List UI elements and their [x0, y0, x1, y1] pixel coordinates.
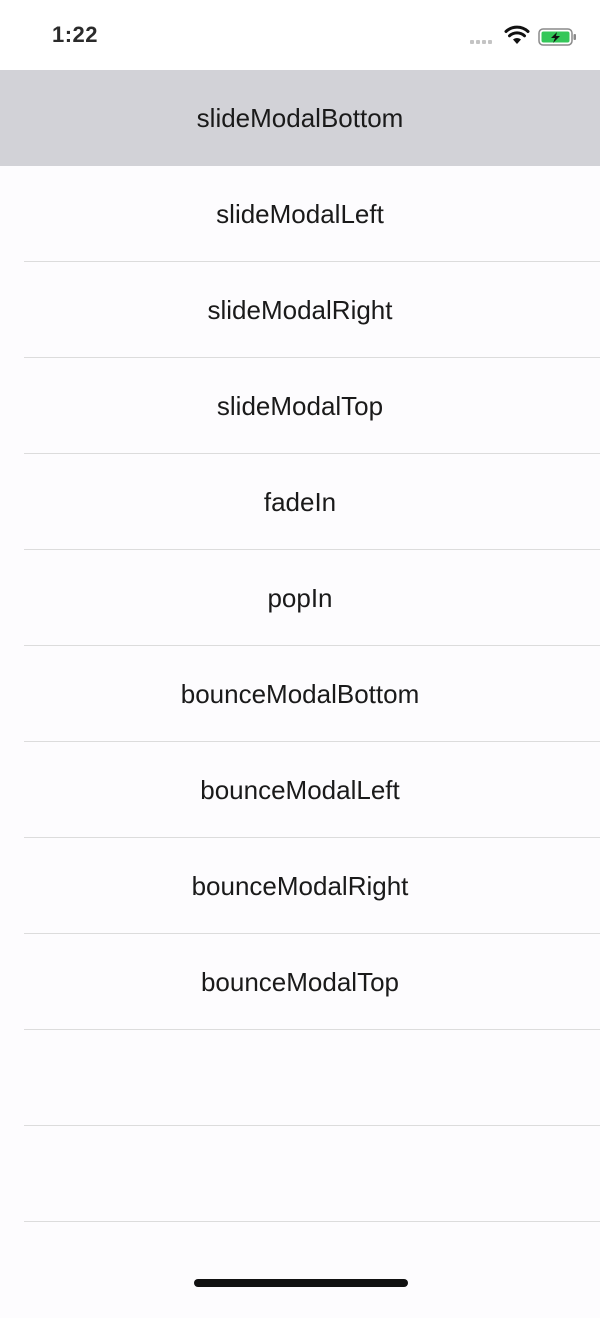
list-item-label: slideModalLeft [216, 198, 384, 229]
wifi-icon [504, 25, 530, 44]
list-item-label: popIn [267, 582, 333, 613]
list-item-label: slideModalRight [207, 294, 393, 325]
list-item-slide-modal-bottom[interactable]: slideModalBottom [0, 70, 600, 166]
battery-charging-icon [538, 28, 576, 46]
list-item-bounce-modal-left[interactable]: bounceModalLeft [0, 742, 600, 838]
list-item-empty [0, 1030, 600, 1126]
list-item-bounce-modal-top[interactable]: bounceModalTop [0, 934, 600, 1030]
list-item-label: bounceModalRight [191, 870, 409, 901]
list-item-label: slideModalTop [216, 390, 384, 421]
cellular-signal-icon [470, 40, 492, 46]
list-item-label: bounceModalTop [200, 966, 400, 997]
list-item-fade-in[interactable]: fadeIn [0, 454, 600, 550]
list-item-bounce-modal-right[interactable]: bounceModalRight [0, 838, 600, 934]
list-item-slide-modal-left[interactable]: slideModalLeft [0, 166, 600, 262]
list-item-label: bounceModalLeft [200, 774, 400, 805]
status-bar: 1:22 [0, 0, 600, 70]
list-item-label: bounceModalBottom [180, 678, 420, 709]
list-item-empty [0, 1222, 600, 1318]
list-item-empty [0, 1126, 600, 1222]
list-item-pop-in[interactable]: popIn [0, 550, 600, 646]
list-item-bounce-modal-bottom[interactable]: bounceModalBottom [0, 646, 600, 742]
list-item-slide-modal-right[interactable]: slideModalRight [0, 262, 600, 358]
status-time: 1:22 [52, 22, 99, 47]
list-item-slide-modal-top[interactable]: slideModalTop [0, 358, 600, 454]
home-indicator[interactable] [194, 1279, 408, 1287]
list-item-label: fadeIn [263, 486, 337, 517]
transition-list: slideModalBottom slideModalLeft slideMod… [0, 70, 600, 1318]
list-item-label: slideModalBottom [196, 102, 404, 133]
